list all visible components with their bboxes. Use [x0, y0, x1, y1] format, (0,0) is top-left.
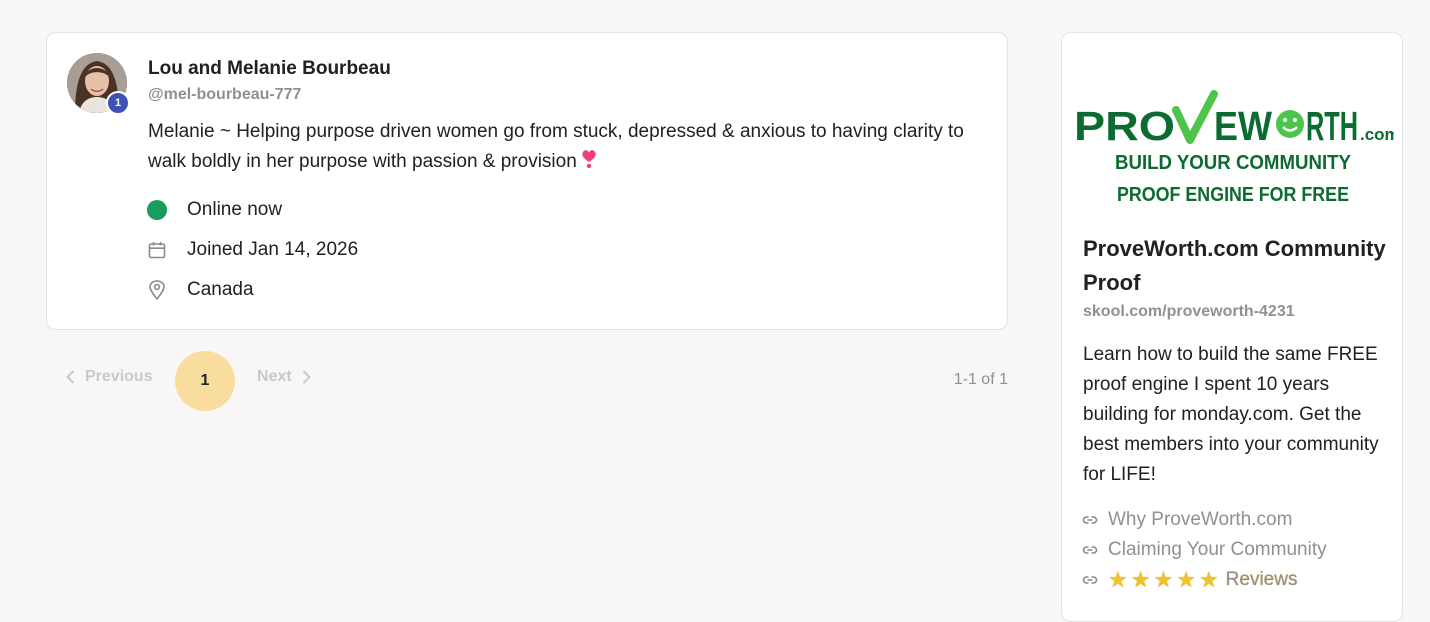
joined-date-text: Joined Jan 14, 2026 [187, 239, 359, 260]
community-description: Learn how to build the same FREE proof e… [1083, 344, 1379, 485]
logo-tagline-2: PROOF ENGINE FOR FREE [1117, 184, 1349, 206]
star-icon: ★ [1108, 567, 1128, 592]
location-row: Canada [147, 278, 254, 302]
member-card: 1 Lou and Melanie Bourbeau @mel-bourbeau… [46, 32, 1008, 330]
link-label: Why ProveWorth.com [1108, 509, 1293, 530]
community-title[interactable]: ProveWorth.com Community Proof [1083, 232, 1388, 300]
logo-tagline-1: BUILD YOUR COMMUNITY [1115, 152, 1352, 174]
link-label: Reviews [1225, 569, 1298, 590]
logo-brand-suffix: .com [1360, 125, 1394, 144]
star-icon: ★ [1153, 567, 1174, 592]
results-count: 1-1 of 1 [953, 371, 1008, 388]
member-bio: Melanie ~ Helping purpose driven women g… [148, 117, 998, 177]
pagination: Previous 1 Next 1-1 of 1 [46, 350, 1008, 412]
star-icon: ★ [1130, 567, 1151, 592]
member-bio-text: Melanie ~ Helping purpose driven women g… [148, 121, 964, 172]
level-badge: 1 [106, 91, 130, 115]
logo-check-mark [1172, 90, 1218, 144]
previous-page-label: Previous [85, 368, 153, 385]
next-page-button[interactable]: Next [257, 368, 311, 386]
chevron-right-icon [302, 370, 311, 384]
member-name[interactable]: Lou and Melanie Bourbeau [148, 58, 391, 80]
community-card: PRO EW RTH .com BUILD YOUR COMMUNITY PRO… [1061, 32, 1403, 622]
logo-brand-end: RTH [1306, 103, 1358, 149]
star-icon: ★ [1176, 567, 1196, 592]
community-logo[interactable]: PRO EW RTH .com BUILD YOUR COMMUNITY PRO… [1072, 88, 1400, 208]
online-status-text: Online now [187, 199, 283, 220]
community-url: skool.com/proveworth-4231 [1083, 303, 1295, 320]
joined-row: Joined Jan 14, 2026 [147, 238, 358, 262]
link-reviews[interactable]: ★ ★ ★ ★ ★ Reviews [1082, 568, 1300, 592]
member-handle: @mel-bourbeau-777 [148, 86, 302, 103]
link-icon [1082, 576, 1098, 584]
logo-brand-post: EW [1214, 103, 1272, 149]
next-page-label: Next [257, 368, 292, 385]
link-icon [1082, 546, 1098, 554]
link-label: Claiming Your Community [1108, 539, 1327, 560]
current-page-button[interactable]: 1 [175, 351, 235, 411]
previous-page-button[interactable]: Previous [66, 368, 153, 386]
location-text: Canada [187, 279, 254, 300]
link-claiming-community[interactable]: Claiming Your Community [1082, 538, 1327, 562]
heart-icon [582, 150, 596, 169]
link-icon [1082, 516, 1098, 524]
location-pin-icon [149, 280, 165, 300]
star-rating: ★ ★ ★ ★ ★ Reviews [1108, 568, 1300, 592]
proveworth-logo: PRO EW RTH .com BUILD YOUR COMMUNITY PRO… [1074, 90, 1400, 206]
link-why-proveworth[interactable]: Why ProveWorth.com [1082, 508, 1292, 532]
online-status-icon [147, 200, 167, 220]
online-status-row: Online now [147, 198, 282, 222]
star-icon: ★ [1198, 567, 1219, 592]
logo-brand-pre: PRO [1074, 103, 1175, 149]
chevron-left-icon [66, 370, 75, 384]
calendar-icon [148, 242, 166, 259]
logo-smiley-icon [1276, 110, 1304, 138]
